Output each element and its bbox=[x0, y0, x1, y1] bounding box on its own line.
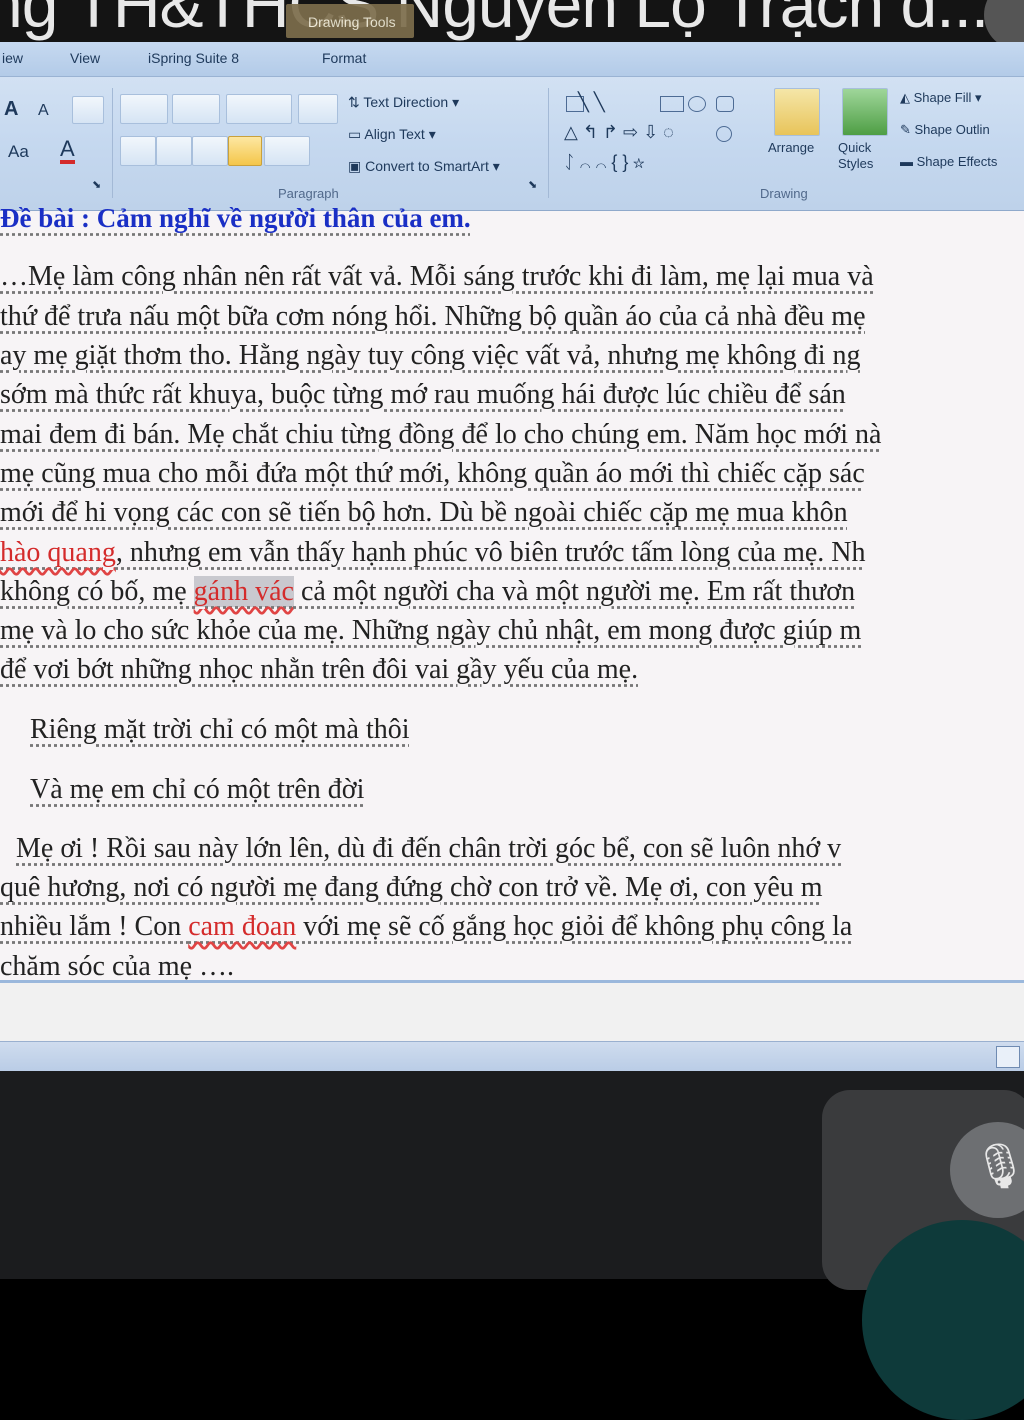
paragraph-dialog-launcher[interactable]: ⬊ bbox=[528, 178, 537, 191]
text-line: nhiều lắm ! Con cam đoan với mẹ sẽ cố gắ… bbox=[0, 911, 853, 942]
arrange-button[interactable]: Arrange bbox=[768, 140, 814, 155]
text-line: mới để hi vọng các con sẽ tiến bộ hơn. D… bbox=[0, 497, 848, 528]
grow-font-button[interactable]: A bbox=[4, 98, 18, 121]
text-line: chăm sóc của mẹ …. bbox=[0, 951, 235, 982]
horizontal-scrollbar[interactable] bbox=[0, 1041, 1024, 1072]
align-center-button[interactable] bbox=[156, 136, 192, 166]
shapes-gallery[interactable]: △ ↰ ↱ ⇨ ⇩ ◌ ᛇ ⌒ ⌒ { } ☆ ╲ ╲ bbox=[560, 90, 750, 180]
misspelled-word: hào quang bbox=[0, 537, 116, 568]
align-right-button[interactable] bbox=[192, 136, 228, 166]
selected-text[interactable]: gánh vác bbox=[193, 576, 294, 607]
document-background bbox=[0, 983, 1024, 1041]
tab-ispring[interactable]: iSpring Suite 8 bbox=[148, 50, 239, 66]
shape-effects-button[interactable]: ▬ Shape Effects bbox=[900, 154, 997, 169]
line-spacing-button[interactable] bbox=[298, 94, 338, 124]
drawing-group-label: Drawing bbox=[760, 186, 808, 201]
paragraph-group-label: Paragraph bbox=[278, 186, 339, 201]
text-line: mẹ cũng mua cho mỗi đứa một thứ mới, khô… bbox=[0, 458, 865, 489]
text-line: để vơi bớt những nhọc nhằn trên đôi vai … bbox=[0, 654, 639, 685]
drawing-tools-context-tab[interactable]: Drawing Tools bbox=[286, 4, 414, 38]
ribbon-tabs: iew View iSpring Suite 8 Format bbox=[0, 42, 1024, 77]
text-line: sớm mà thức rất khuya, buộc từng mớ rau … bbox=[0, 379, 846, 410]
text-direction-button[interactable]: ⇅ Text Direction ▾ bbox=[348, 94, 459, 111]
align-left-button[interactable] bbox=[120, 136, 156, 166]
text-line: không có bố, mẹ gánh vác cả một người ch… bbox=[0, 576, 856, 607]
tab-review[interactable]: iew bbox=[2, 50, 23, 66]
columns-button[interactable] bbox=[264, 136, 310, 166]
change-case-button[interactable]: Aa bbox=[8, 142, 29, 162]
video-tile-corner bbox=[984, 0, 1024, 42]
text-line: hào quang, nhưng em vẫn thấy hạnh phúc v… bbox=[0, 537, 866, 568]
arrange-icon[interactable] bbox=[774, 88, 820, 136]
text-line: ay mẹ giặt thơm tho. Hằng ngày tuy công … bbox=[0, 340, 861, 371]
text-line: …Mẹ làm công nhân nên rất vất vả. Mỗi sá… bbox=[0, 261, 874, 292]
document-heading: Đề bài : Cảm nghĩ về người thân của em. bbox=[0, 203, 471, 233]
ribbon: iew View iSpring Suite 8 Format A A Aa A… bbox=[0, 42, 1024, 211]
tab-format[interactable]: Format bbox=[322, 50, 366, 66]
clear-format-button[interactable] bbox=[72, 96, 104, 124]
indent-buttons[interactable] bbox=[226, 94, 292, 124]
quick-styles-button[interactable]: Quick Styles bbox=[838, 140, 888, 172]
numbering-button[interactable] bbox=[172, 94, 220, 124]
bullets-button[interactable] bbox=[120, 94, 168, 124]
shape-fill-button[interactable]: ◭ Shape Fill ▾ bbox=[900, 90, 982, 106]
shape-outline-button[interactable]: ✎ Shape Outlin bbox=[900, 122, 990, 138]
poem-line: Và mẹ em chỉ có một trên đời bbox=[30, 774, 365, 805]
text-line: Mẹ ơi ! Rồi sau này lớn lên, dù đi đến c… bbox=[16, 833, 842, 864]
text-line: mai đem đi bán. Mẹ chắt chiu từng đồng đ… bbox=[0, 419, 882, 450]
convert-smartart-button[interactable]: ▣ Convert to SmartArt ▾ bbox=[348, 158, 500, 175]
text-line: mẹ và lo cho sức khỏe của mẹ. Những ngày… bbox=[0, 615, 862, 646]
text-line: thứ để trưa nấu một bữa cơm nóng hổi. Nh… bbox=[0, 301, 866, 332]
justify-button[interactable] bbox=[228, 136, 262, 166]
misspelled-word: cam đoan bbox=[188, 911, 297, 942]
view-toggle-icon[interactable] bbox=[996, 1046, 1020, 1068]
poem-line: Riêng mặt trời chỉ có một mà thôi bbox=[30, 714, 410, 745]
title-bar: ng TH&THCS Nguyễn Lộ Trạch d... Drawing … bbox=[0, 0, 1024, 42]
align-text-button[interactable]: ▭ Align Text ▾ bbox=[348, 126, 436, 143]
document-page[interactable]: Đề bài : Cảm nghĩ về người thân của em. … bbox=[0, 203, 1024, 991]
quick-styles-icon[interactable] bbox=[842, 88, 888, 136]
font-color-button[interactable]: A bbox=[60, 138, 75, 164]
text-line: quê hương, nơi có người mẹ đang đứng chờ… bbox=[0, 872, 823, 903]
font-dialog-launcher[interactable]: ⬊ bbox=[92, 178, 101, 191]
tab-view[interactable]: View bbox=[70, 50, 100, 66]
window-title: ng TH&THCS Nguyễn Lộ Trạch d... bbox=[0, 0, 989, 41]
shrink-font-button[interactable]: A bbox=[38, 102, 49, 120]
